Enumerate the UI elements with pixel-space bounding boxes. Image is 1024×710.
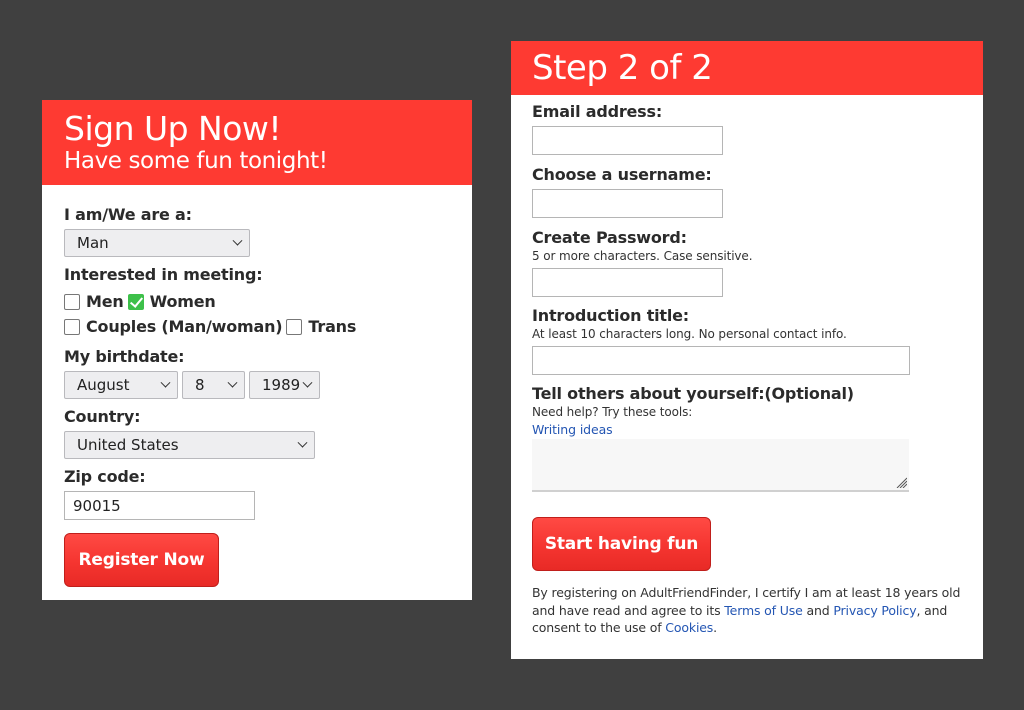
country-value: United States	[77, 436, 179, 454]
men-checkbox[interactable]	[64, 293, 80, 310]
zip-label: Zip code:	[64, 467, 146, 486]
username-input[interactable]	[532, 189, 723, 218]
men-label: Men	[86, 292, 124, 311]
iam-select-value: Man	[77, 234, 109, 252]
interested-label: Interested in meeting:	[64, 265, 263, 284]
cookies-link[interactable]: Cookies	[665, 620, 713, 635]
option-couples[interactable]: Couples (Man/woman)	[64, 317, 283, 336]
start-having-fun-button[interactable]: Start having fun	[532, 517, 711, 571]
chevron-down-icon	[227, 377, 238, 388]
step2-header: Step 2 of 2	[511, 41, 983, 95]
birth-month-select[interactable]: August	[64, 371, 178, 399]
zip-value: 90015	[73, 497, 121, 515]
birth-year-value: 1989	[262, 376, 301, 394]
women-label: Women	[149, 292, 216, 311]
chevron-down-icon	[160, 377, 171, 388]
password-hint: 5 or more characters. Case sensitive.	[532, 249, 753, 263]
privacy-policy-link[interactable]: Privacy Policy	[833, 603, 916, 618]
about-textarea[interactable]	[532, 439, 909, 492]
zip-input[interactable]: 90015	[64, 491, 255, 520]
birthdate-selects: August 8 1989	[64, 371, 472, 399]
country-select[interactable]: United States	[64, 431, 315, 459]
interested-row-2: Couples (Man/woman) Trans	[64, 314, 472, 339]
option-women[interactable]: Women	[127, 292, 216, 311]
option-trans[interactable]: Trans	[286, 317, 356, 336]
chevron-down-icon	[302, 377, 313, 388]
username-label: Choose a username:	[532, 165, 712, 184]
register-now-button[interactable]: Register Now	[64, 533, 219, 587]
intro-title-hint: At least 10 characters long. No personal…	[532, 327, 847, 341]
signup-panel: Sign Up Now! Have some fun tonight! I am…	[42, 100, 472, 600]
birthdate-label: My birthdate:	[64, 347, 185, 366]
country-label: Country:	[64, 407, 141, 426]
chevron-down-icon	[232, 235, 243, 246]
writing-ideas-link[interactable]: Writing ideas	[532, 421, 983, 438]
birth-day-select[interactable]: 8	[182, 371, 245, 399]
legal-notice: By registering on AdultFriendFinder, I c…	[532, 584, 972, 637]
resize-grip-icon[interactable]	[895, 476, 907, 488]
interested-row-1: Men Women	[64, 289, 472, 314]
iam-label: I am/We are a:	[64, 205, 192, 224]
couples-label: Couples (Man/woman)	[86, 317, 283, 336]
birth-day-value: 8	[195, 376, 205, 394]
signup-header: Sign Up Now! Have some fun tonight!	[42, 100, 472, 185]
birth-month-value: August	[77, 376, 130, 394]
password-label: Create Password:	[532, 228, 687, 247]
iam-select[interactable]: Man	[64, 229, 250, 257]
terms-of-use-link[interactable]: Terms of Use	[724, 603, 803, 618]
trans-label: Trans	[308, 317, 357, 336]
about-label: Tell others about yourself:(Optional)	[532, 384, 854, 403]
option-men[interactable]: Men	[64, 292, 124, 311]
legal-text-4: .	[713, 620, 717, 635]
trans-checkbox[interactable]	[286, 318, 303, 335]
about-hint: Need help? Try these tools:	[532, 405, 693, 419]
couples-checkbox[interactable]	[64, 318, 80, 335]
step2-panel: Step 2 of 2 Email address: Choose a user…	[511, 41, 983, 659]
chevron-down-icon	[297, 437, 308, 448]
email-input[interactable]	[532, 126, 723, 155]
women-checkbox[interactable]	[127, 293, 144, 310]
email-label: Email address:	[532, 102, 663, 121]
signup-title: Sign Up Now!	[64, 109, 282, 148]
password-input[interactable]	[532, 268, 723, 297]
intro-title-input[interactable]	[532, 346, 910, 375]
legal-text-2: and	[802, 602, 834, 618]
birth-year-select[interactable]: 1989	[249, 371, 320, 399]
step2-title: Step 2 of 2	[532, 48, 713, 88]
signup-subtitle: Have some fun tonight!	[64, 148, 328, 174]
intro-title-label: Introduction title:	[532, 306, 690, 325]
